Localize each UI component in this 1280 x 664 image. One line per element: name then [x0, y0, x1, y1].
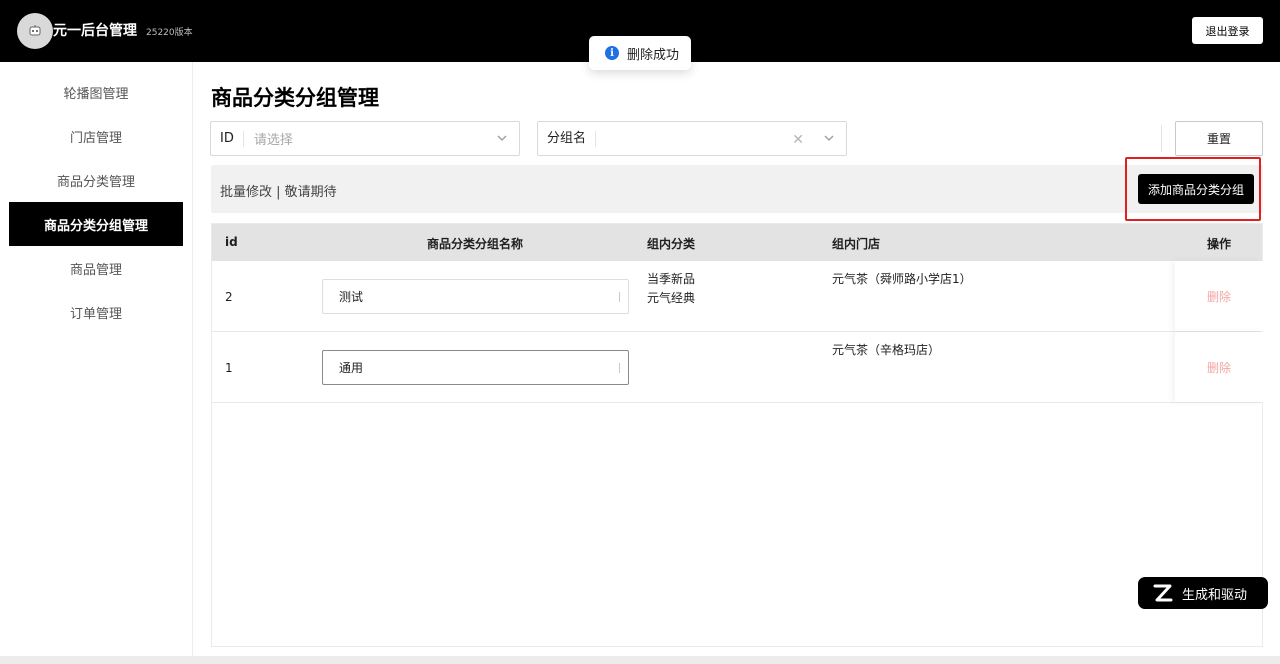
row-id: 2	[225, 290, 233, 304]
group-name-value: 测试	[339, 290, 364, 304]
input-suffix-divider	[619, 363, 620, 373]
sidebar-item-products[interactable]: 商品管理	[9, 246, 183, 290]
chevron-down-icon	[497, 135, 507, 141]
row-stores: 元气茶（舜师路小学店1）	[832, 270, 972, 289]
batch-edit-text: 批量修改 | 敬请期待	[220, 185, 337, 200]
chevron-down-icon	[824, 135, 834, 141]
horizontal-scrollbar[interactable]	[0, 656, 1280, 664]
robot-icon	[29, 25, 41, 36]
row-categories: 当季新品 元气经典	[647, 270, 695, 308]
app-version: 25220版本	[146, 28, 193, 38]
delete-button[interactable]: 删除	[1207, 288, 1231, 305]
group-name-input[interactable]: 测试	[322, 279, 629, 314]
group-name-value: 通用	[339, 361, 364, 375]
batch-toolbar: 批量修改 | 敬请期待	[211, 165, 1263, 213]
id-select[interactable]: ID 请选择	[210, 121, 520, 156]
sidebar-item-category-groups[interactable]: 商品分类分组管理	[9, 202, 183, 246]
z-logo-icon	[1153, 584, 1173, 602]
row-stores: 元气茶（辛格玛店）	[832, 341, 940, 360]
category-item: 当季新品	[647, 272, 696, 286]
id-select-placeholder: 请选择	[253, 133, 293, 148]
id-select-label: ID	[211, 130, 244, 147]
table-row: 2 测试 当季新品 元气经典 元气茶（舜师路小学店1） 删除	[212, 261, 1263, 332]
logout-button[interactable]: 退出登录	[1192, 17, 1263, 44]
sidebar-item-categories[interactable]: 商品分类管理	[9, 158, 183, 202]
row-actions: 删除	[1175, 261, 1263, 331]
group-name-input[interactable]: 通用	[322, 350, 629, 385]
store-item: 元气茶（舜师路小学店1）	[832, 272, 972, 286]
badge-label: 生成和驱动	[1182, 587, 1248, 603]
group-name-select-label: 分组名	[538, 130, 597, 147]
robot-avatar-icon	[17, 13, 53, 49]
generate-drive-badge[interactable]: 生成和驱动	[1138, 577, 1268, 609]
category-item: 元气经典	[647, 291, 696, 305]
sidebar-item-banner[interactable]: 轮播图管理	[9, 70, 183, 114]
col-stores: 组内门店	[832, 237, 881, 251]
col-id: id	[225, 235, 238, 249]
reset-button[interactable]: 重置	[1175, 121, 1263, 156]
group-table: id 商品分类分组名称 组内分类 组内门店 操作 2 测试 当季新品 元气经典 …	[211, 223, 1263, 647]
store-item: 元气茶（辛格玛店）	[832, 343, 941, 357]
table-header: id 商品分类分组名称 组内分类 组内门店 操作	[212, 224, 1262, 261]
table-row: 1 通用 元气茶（辛格玛店） 删除	[212, 332, 1263, 403]
add-category-group-button[interactable]: 添加商品分类分组	[1138, 174, 1254, 204]
toast-message: 删除成功	[627, 47, 680, 63]
input-suffix-divider	[619, 292, 620, 302]
info-icon: i	[605, 46, 619, 60]
app-title: 元一后台管理	[53, 23, 137, 39]
group-name-select[interactable]: 分组名 ✕	[537, 121, 847, 156]
clear-icon[interactable]: ✕	[792, 132, 804, 148]
sidebar: 轮播图管理 门店管理 商品分类管理 商品分类分组管理 商品管理 订单管理	[0, 62, 193, 656]
row-actions: 删除	[1175, 332, 1263, 402]
col-group-name: 商品分类分组名称	[427, 237, 524, 251]
col-actions: 操作	[1207, 237, 1232, 251]
success-toast: i 删除成功	[589, 36, 691, 70]
sidebar-item-stores[interactable]: 门店管理	[9, 114, 183, 158]
delete-button[interactable]: 删除	[1207, 359, 1231, 376]
page-title: 商品分类分组管理	[211, 86, 379, 110]
row-id: 1	[225, 361, 233, 375]
col-categories: 组内分类	[647, 237, 696, 251]
filter-divider	[1161, 125, 1162, 152]
sidebar-item-orders[interactable]: 订单管理	[9, 290, 183, 334]
